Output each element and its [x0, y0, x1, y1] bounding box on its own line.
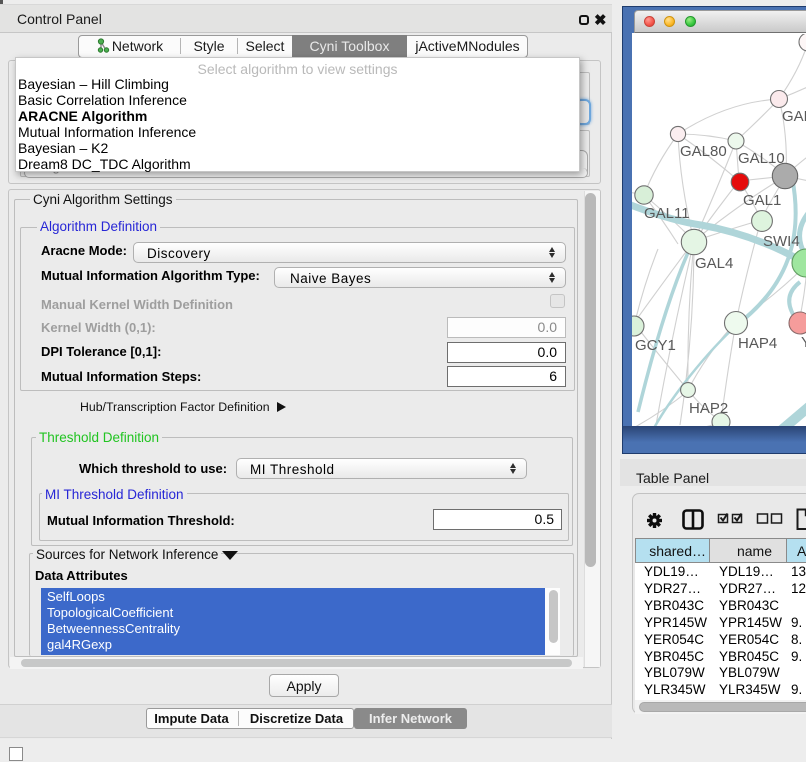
svg-text:GAL: GAL: [782, 108, 806, 125]
svg-text:GAL10: GAL10: [738, 150, 785, 167]
svg-text:HAP2: HAP2: [689, 400, 728, 417]
svg-text:GAL1: GAL1: [743, 192, 781, 209]
svg-text:HAP4: HAP4: [738, 335, 777, 352]
svg-text:Y: Y: [801, 334, 806, 351]
svg-text:SWI4: SWI4: [763, 233, 800, 250]
svg-text:GAL80: GAL80: [680, 143, 727, 160]
svg-text:GAL11: GAL11: [644, 205, 690, 222]
svg-text:GAL4: GAL4: [695, 255, 733, 272]
svg-text:GCY1: GCY1: [635, 337, 676, 354]
